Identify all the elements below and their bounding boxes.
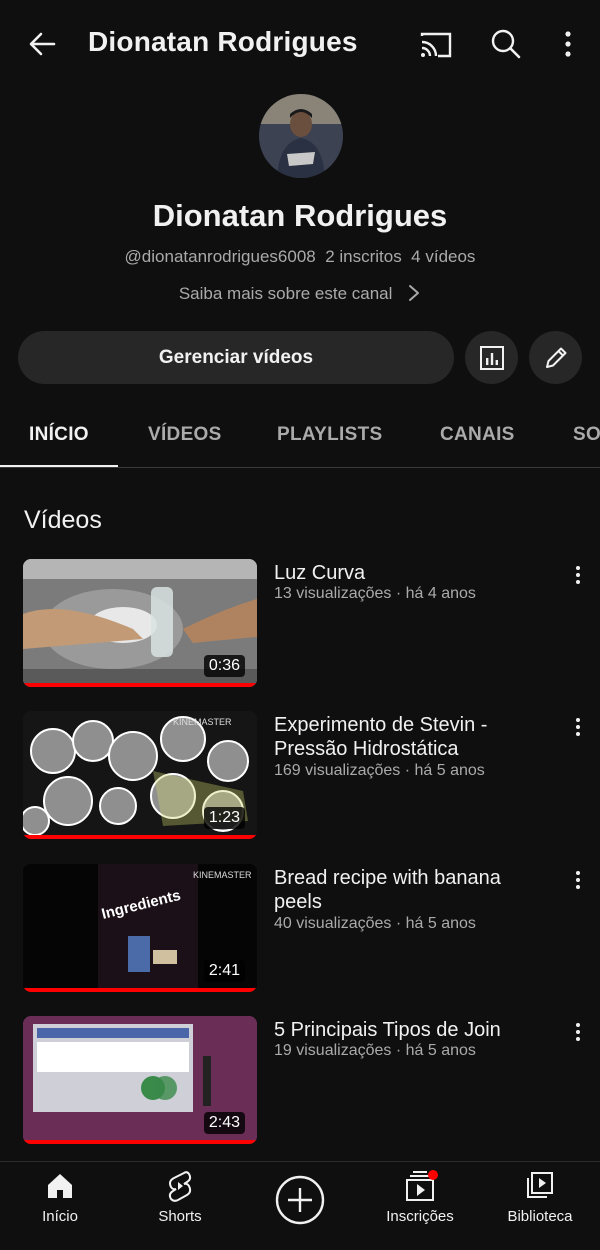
more-vert-icon[interactable] [548, 24, 588, 64]
tab-playlists[interactable]: PLAYLISTS [277, 424, 382, 446]
nav-label: Início [42, 1208, 78, 1225]
section-title: Vídeos [24, 506, 102, 534]
library-icon [527, 1172, 553, 1198]
nav-label: Biblioteca [507, 1208, 573, 1225]
video-item[interactable]: Ingredients KINEMASTER 2:41 Bread recipe… [0, 864, 600, 996]
video-title[interactable]: Luz Curva [274, 561, 544, 585]
video-duration: 2:41 [203, 960, 245, 982]
subscriptions-icon [406, 1170, 438, 1201]
watch-progress-bar [23, 683, 257, 687]
more-vert-icon[interactable] [568, 1020, 588, 1044]
video-duration: 2:43 [203, 1112, 245, 1134]
video-duration: 1:23 [203, 807, 245, 829]
video-meta: 40 visualizações · há 5 anos [274, 915, 476, 932]
chevron-right-icon [409, 285, 420, 301]
page-title: Dionatan Rodrigues [88, 26, 358, 57]
add-circle-icon [275, 1175, 325, 1225]
video-meta: 19 visualizações · há 5 anos [274, 1042, 476, 1059]
about-channel-label: Saiba mais sobre este canal [178, 284, 393, 303]
video-count: 4 vídeos [411, 247, 476, 266]
subscriber-count: 2 inscritos [325, 247, 402, 266]
video-duration: 0:36 [203, 655, 245, 677]
bottom-navigation: Início Shorts Inscrições Biblioteca [0, 1161, 600, 1250]
channel-tabs: INÍCIO VÍDEOS PLAYLISTS CANAIS SO [0, 406, 600, 468]
channel-stats: @dionatanrodrigues6008 2 inscritos 4 víd… [0, 247, 600, 267]
shorts-icon [168, 1171, 192, 1202]
video-thumbnail[interactable]: 0:36 [23, 559, 257, 687]
notification-badge [428, 1170, 438, 1180]
nav-create[interactable] [245, 1174, 355, 1226]
tab-sobre[interactable]: SO [573, 424, 600, 446]
nav-label: Inscrições [386, 1208, 454, 1225]
analytics-button[interactable] [465, 331, 518, 384]
video-title[interactable]: Bread recipe with banana peels [274, 866, 544, 914]
watch-progress-bar [23, 1140, 257, 1144]
cast-icon[interactable] [416, 24, 456, 64]
channel-name: Dionatan Rodrigues [152, 198, 448, 233]
video-title[interactable]: Experimento de Stevin - Pressão Hidrostá… [274, 713, 544, 761]
more-vert-icon[interactable] [568, 868, 588, 892]
manage-videos-button[interactable]: Gerenciar vídeos [18, 331, 454, 384]
pencil-icon [545, 347, 566, 368]
video-item[interactable]: 2:43 5 Principais Tipos de Join 19 visua… [0, 1016, 600, 1148]
watch-progress-bar [23, 988, 257, 992]
kinemaster-watermark: KINEMASTER [173, 717, 232, 727]
kinemaster-watermark: KINEMASTER [193, 870, 252, 880]
active-tab-indicator [0, 465, 118, 467]
tab-videos[interactable]: VÍDEOS [148, 424, 222, 446]
top-app-bar: Dionatan Rodrigues [0, 0, 600, 86]
nav-inicio[interactable]: Início [5, 1170, 115, 1225]
nav-inscricoes[interactable]: Inscrições [365, 1170, 475, 1225]
video-item[interactable]: KINEMASTER 1:23 Experimento de Stevin - … [0, 711, 600, 843]
video-thumbnail[interactable]: Ingredients KINEMASTER 2:41 [23, 864, 257, 992]
video-thumbnail[interactable]: 2:43 [23, 1016, 257, 1144]
search-icon[interactable] [486, 24, 526, 64]
analytics-icon [479, 345, 504, 370]
video-meta: 169 visualizações · há 5 anos [274, 762, 485, 779]
watch-progress-bar [23, 835, 257, 839]
video-meta: 13 visualizações · há 4 anos [274, 585, 476, 602]
video-title[interactable]: 5 Principais Tipos de Join [274, 1018, 544, 1042]
nav-biblioteca[interactable]: Biblioteca [485, 1170, 595, 1225]
more-vert-icon[interactable] [568, 563, 588, 587]
edit-channel-button[interactable] [529, 331, 582, 384]
nav-shorts[interactable]: Shorts [125, 1170, 235, 1225]
about-channel-link[interactable]: Saiba mais sobre este canal [0, 283, 600, 304]
manage-videos-label: Gerenciar vídeos [158, 346, 314, 368]
tab-inicio[interactable]: INÍCIO [29, 424, 89, 446]
video-thumbnail[interactable]: KINEMASTER 1:23 [23, 711, 257, 839]
nav-label: Shorts [158, 1208, 202, 1225]
more-vert-icon[interactable] [568, 715, 588, 739]
channel-avatar[interactable] [259, 94, 343, 178]
channel-handle: @dionatanrodrigues6008 [124, 247, 316, 266]
back-arrow-icon[interactable] [22, 24, 62, 64]
home-icon [48, 1174, 72, 1198]
video-item[interactable]: 0:36 Luz Curva 13 visualizações · há 4 a… [0, 559, 600, 691]
tab-canais[interactable]: CANAIS [440, 424, 515, 446]
